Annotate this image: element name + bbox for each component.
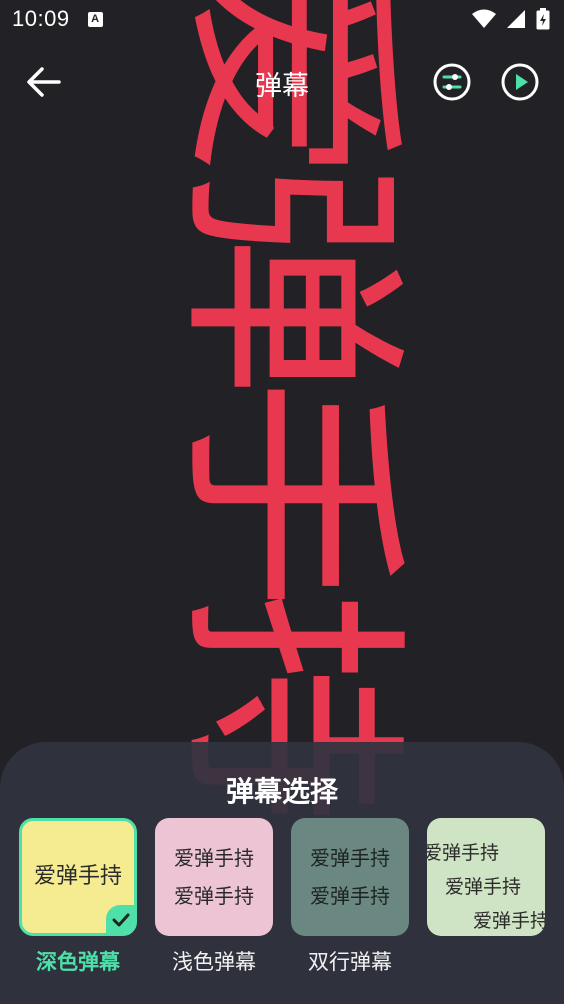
signal-icon xyxy=(507,10,525,28)
panel-title: 弹幕选择 xyxy=(225,775,338,808)
style-card-double: 爱弹手持 爱弹手持 xyxy=(291,818,409,936)
preview-text: 爱弹手持 xyxy=(174,884,254,908)
preview-text: 爱弹手持 xyxy=(310,884,390,908)
style-selection-panel: 弹幕选择 爱弹手持 深色弹幕 爱弹手持 爱弹手持 浅色弹幕 爱弹手持 爱弹手持 … xyxy=(0,742,564,1004)
check-icon xyxy=(112,913,130,927)
battery-icon xyxy=(536,8,550,30)
preview-text: 爱弹手持 xyxy=(174,846,254,870)
a-icon: A xyxy=(87,11,103,27)
check-badge xyxy=(106,905,134,933)
style-card-multi: 爱弹手持 爱弹手持 爱弹手持 xyxy=(427,818,545,936)
preview-text: 爱弹手持 xyxy=(427,842,500,864)
danmaku-screen: 10:09 A 爱弹手持 弹幕 弹幕选择 爱弹手持 深色弹幕 爱弹手持 爱弹手持… xyxy=(0,0,564,1004)
preview-text: 爱弹手持 xyxy=(33,864,122,889)
style-option-label: 浅色弹幕 xyxy=(172,950,256,974)
wifi-icon xyxy=(472,9,496,28)
style-option-double[interactable]: 爱弹手持 爱弹手持 双行弹幕 xyxy=(291,818,409,976)
page-title: 弹幕 xyxy=(255,71,309,102)
style-card-dark: 爱弹手持 xyxy=(19,818,137,936)
style-option-light[interactable]: 爱弹手持 爱弹手持 浅色弹幕 xyxy=(155,818,273,976)
style-option-label: 双行弹幕 xyxy=(308,950,392,974)
settings-button[interactable] xyxy=(432,62,472,102)
preview-text: 爱弹手持 xyxy=(445,876,522,898)
style-option-multi[interactable]: 爱弹手持 爱弹手持 爱弹手持 xyxy=(427,818,545,946)
style-option-label: 深色弹幕 xyxy=(36,950,120,974)
status-time: 10:09 xyxy=(12,6,70,31)
style-option-dark[interactable]: 爱弹手持 深色弹幕 xyxy=(19,818,137,976)
play-button[interactable] xyxy=(500,62,540,102)
status-icons xyxy=(472,8,550,30)
preview-text: 爱弹手持 xyxy=(310,846,390,870)
play-circle-icon xyxy=(501,63,539,101)
sliders-icon xyxy=(433,63,471,101)
app-bar: 弹幕 xyxy=(0,50,564,114)
preview-text: 爱弹手持 xyxy=(473,910,545,932)
style-card-light: 爱弹手持 爱弹手持 xyxy=(155,818,273,936)
